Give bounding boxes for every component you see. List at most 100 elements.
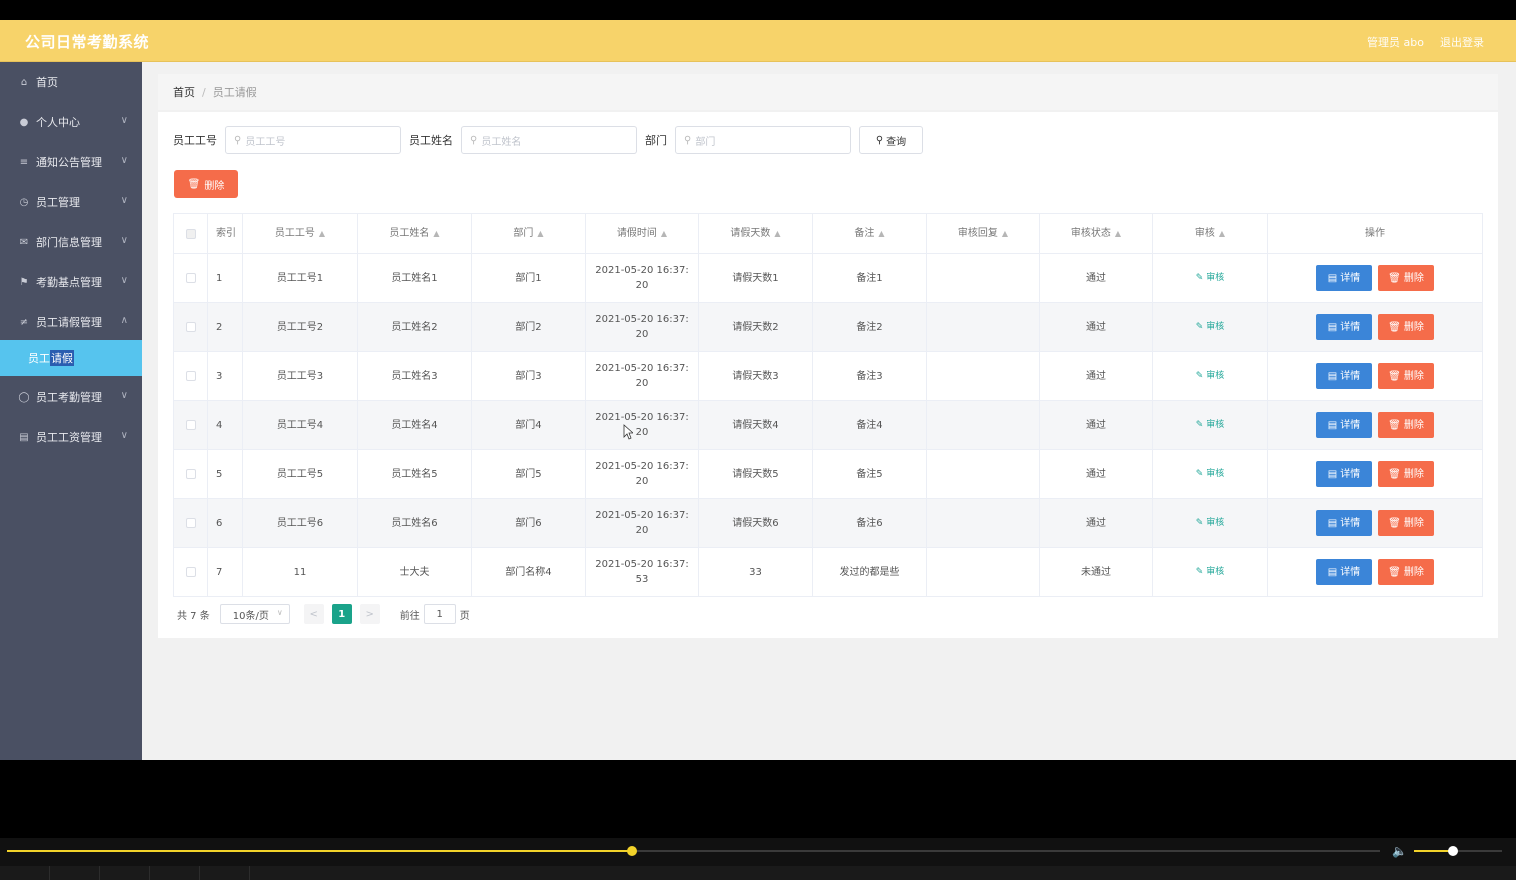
detail-button[interactable]: ▤ 详情 <box>1316 510 1372 536</box>
audit-link[interactable]: ✎ 审核 <box>1196 320 1225 335</box>
select-all-checkbox[interactable] <box>185 228 196 239</box>
dept-input[interactable]: ⚲ 部门 <box>675 126 851 154</box>
seek-handle[interactable] <box>626 846 637 856</box>
table-cell: 7 <box>208 548 243 596</box>
taskbar-slot[interactable] <box>150 866 200 880</box>
taskbar-slot[interactable] <box>100 866 150 880</box>
leave-time-line2: 20 <box>635 476 649 487</box>
page-size-select[interactable]: 10条/页 ∨ <box>219 604 290 624</box>
seek-bar[interactable] <box>7 846 1380 856</box>
dept-label: 部门 <box>645 134 667 147</box>
batch-delete-button[interactable]: 🗑 删除 <box>174 170 238 198</box>
volume-slider[interactable] <box>1414 846 1502 856</box>
table-cell: ✎ 审核 <box>1153 303 1268 351</box>
sort-icon[interactable]: ▲︎ <box>774 226 780 241</box>
leave-time-cell: 2021-05-20 16:37: 20 <box>595 459 688 489</box>
sidebar-item-8[interactable]: ▤ 员工工资管理 ∨ <box>0 417 142 457</box>
prev-page-button[interactable]: < <box>303 604 324 624</box>
column-header[interactable]: 请假时间 ▲︎ <box>586 214 699 253</box>
sidebar-item-1[interactable]: ● 个人中心 ∨ <box>0 102 142 142</box>
sort-icon[interactable]: ▲︎ <box>1219 226 1225 241</box>
row-delete-button[interactable]: 🗑 删除 <box>1378 265 1434 291</box>
sidebar-subitem-leave[interactable]: 员工 请假 <box>0 340 142 376</box>
column-header[interactable]: 备注 ▲︎ <box>813 214 927 253</box>
column-header[interactable]: 审核状态 ▲︎ <box>1040 214 1153 253</box>
table-cell: ✎ 审核 <box>1153 450 1268 498</box>
taskbar-slot[interactable] <box>200 866 250 880</box>
sidebar-item-2[interactable]: ≡ 通知公告管理 ∨ <box>0 142 142 182</box>
sidebar-item-5[interactable]: ⚑ 考勤基点管理 ∨ <box>0 262 142 302</box>
detail-button[interactable]: ▤ 详情 <box>1316 314 1372 340</box>
sort-icon[interactable]: ▲︎ <box>319 226 325 241</box>
audit-link[interactable]: ✎ 审核 <box>1196 418 1225 433</box>
row-checkbox[interactable] <box>185 567 196 577</box>
detail-button[interactable]: ▤ 详情 <box>1316 559 1372 585</box>
main-content: 首页 / 员工请假 员工工号 ⚲ 员工工号 员工姓名 ⚲ 员工姓名 部门 ⚲ 部… <box>142 62 1516 760</box>
row-checkbox[interactable] <box>185 322 196 332</box>
sort-icon[interactable]: ▲︎ <box>878 226 884 241</box>
audit-link[interactable]: ✎ 审核 <box>1196 516 1225 531</box>
sidebar-item-6[interactable]: ≠ 员工请假管理 ∧ <box>0 302 142 342</box>
detail-button[interactable]: ▤ 详情 <box>1316 461 1372 487</box>
row-delete-button[interactable]: 🗑 删除 <box>1378 461 1434 487</box>
chevron-up-icon: ∧ <box>120 315 128 326</box>
emp-name-input[interactable]: ⚲ 员工姓名 <box>461 126 637 154</box>
goto-page-input[interactable]: 1 <box>423 604 456 624</box>
column-header[interactable]: 审核 ▲︎ <box>1153 214 1268 253</box>
detail-button[interactable]: ▤ 详情 <box>1316 363 1372 389</box>
table-cell <box>173 499 208 547</box>
dept-cell: 部门3 <box>515 370 542 382</box>
detail-button[interactable]: ▤ 详情 <box>1316 412 1372 438</box>
row-checkbox[interactable] <box>185 420 196 430</box>
table-cell: 2021-05-20 16:37: 53 <box>586 548 699 596</box>
column-header[interactable]: 员工工号 ▲︎ <box>243 214 358 253</box>
sort-icon[interactable]: ▲︎ <box>1002 226 1008 241</box>
table-cell: 5 <box>208 450 243 498</box>
taskbar-slot[interactable] <box>50 866 100 880</box>
sort-icon[interactable]: ▲︎ <box>433 226 439 241</box>
audit-link[interactable]: ✎ 审核 <box>1196 565 1225 580</box>
sliders-icon: ≠ <box>19 316 29 328</box>
row-delete-button[interactable]: 🗑 删除 <box>1378 412 1434 438</box>
leave-time-line2: 20 <box>635 329 649 340</box>
column-header[interactable]: 员工姓名 ▲︎ <box>358 214 472 253</box>
sort-icon[interactable]: ▲︎ <box>1115 226 1121 241</box>
leave-time-line1: 2021-05-20 16:37: <box>595 265 689 276</box>
column-header[interactable]: 请假天数 ▲︎ <box>699 214 813 253</box>
taskbar-slot[interactable] <box>0 866 50 880</box>
sidebar-item-0[interactable]: ⌂ 首页 <box>0 62 142 102</box>
sidebar-item-3[interactable]: ◷ 员工管理 ∨ <box>0 182 142 222</box>
sort-icon[interactable]: ▲︎ <box>537 226 543 241</box>
row-delete-button[interactable]: 🗑 删除 <box>1378 559 1434 585</box>
audit-link[interactable]: ✎ 审核 <box>1196 467 1225 482</box>
breadcrumb-home[interactable]: 首页 <box>173 84 195 100</box>
table-cell: 2 <box>208 303 243 351</box>
sidebar-item-7[interactable]: ◯ 员工考勤管理 ∨ <box>0 377 142 417</box>
sidebar-item-4[interactable]: ✉ 部门信息管理 ∨ <box>0 222 142 262</box>
sort-icon[interactable]: ▲︎ <box>661 226 667 241</box>
row-checkbox[interactable] <box>185 273 196 283</box>
logout-link[interactable]: 退出登录 <box>1440 34 1484 50</box>
audit-link[interactable]: ✎ 审核 <box>1196 369 1225 384</box>
row-checkbox[interactable] <box>185 469 196 479</box>
row-delete-button[interactable]: 🗑 删除 <box>1378 314 1434 340</box>
leave-time-cell: 2021-05-20 16:37: 20 <box>595 312 688 342</box>
row-delete-button[interactable]: 🗑 删除 <box>1378 363 1434 389</box>
detail-button[interactable]: ▤ 详情 <box>1316 265 1372 291</box>
column-header[interactable]: 部门 ▲︎ <box>472 214 586 253</box>
row-delete-button[interactable]: 🗑 删除 <box>1378 510 1434 536</box>
next-page-button[interactable]: > <box>359 604 380 624</box>
emp-no-input[interactable]: ⚲ 员工工号 <box>225 126 401 154</box>
sidebar-item-label: 员工工资管理 <box>36 431 102 444</box>
query-button[interactable]: ⚲ 查询 <box>859 126 923 154</box>
row-checkbox[interactable] <box>185 518 196 528</box>
mouse-cursor-icon <box>623 424 633 440</box>
sidebar-item-label: 考勤基点管理 <box>36 276 102 289</box>
row-checkbox[interactable] <box>185 371 196 381</box>
column-header[interactable]: 审核回复 ▲︎ <box>927 214 1040 253</box>
volume-icon[interactable]: 🔈 <box>1392 844 1407 858</box>
page-1-button[interactable]: 1 <box>331 604 352 624</box>
edit-icon: ✎ <box>1195 566 1204 577</box>
audit-link[interactable]: ✎ 审核 <box>1196 271 1225 286</box>
volume-handle[interactable] <box>1447 846 1458 856</box>
